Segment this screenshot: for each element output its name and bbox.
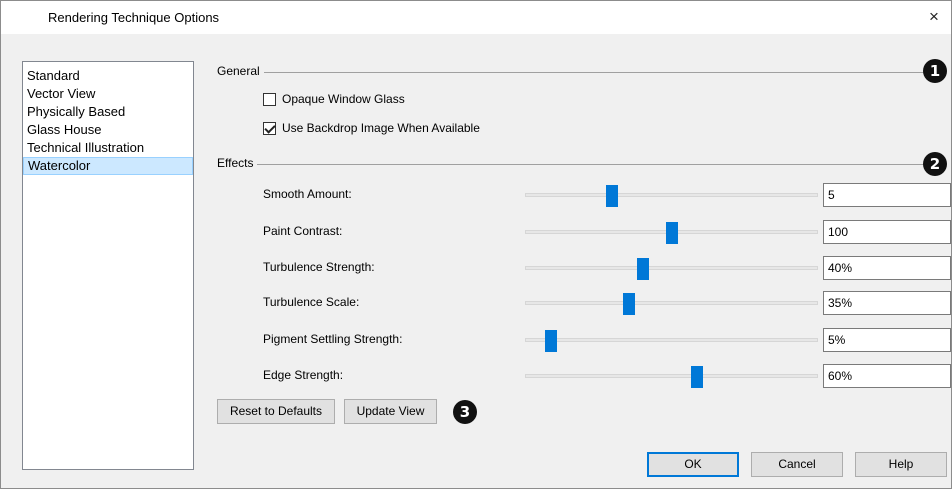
paint-contrast-thumb[interactable] [665,222,678,244]
pigment-settling-track[interactable] [525,338,818,342]
turbulence-strength-input[interactable]: 40% [823,256,951,280]
cancel-button[interactable]: Cancel [751,452,843,477]
paint-contrast-input[interactable]: 100 [823,220,951,244]
ok-button[interactable]: OK [647,452,739,477]
technique-item-watercolor[interactable]: Watercolor [23,157,193,175]
effects-group-label: Effects [217,156,258,170]
smooth-amount-row: Smooth Amount: 5 [1,183,952,207]
help-button[interactable]: Help [855,452,947,477]
edge-strength-thumb[interactable] [690,366,703,388]
turbulence-scale-input[interactable]: 35% [823,291,951,315]
pigment-settling-input[interactable]: 5% [823,328,951,352]
pigment-settling-row: Pigment Settling Strength: 5% [1,328,952,352]
smooth-amount-thumb[interactable] [606,185,619,207]
rendering-technique-dialog: Rendering Technique Options × Standard V… [0,0,952,489]
turbulence-scale-row: Turbulence Scale: 35% [1,291,952,315]
edge-strength-track[interactable] [525,374,818,378]
update-view-button[interactable]: Update View [344,399,437,424]
opaque-window-glass-row[interactable]: Opaque Window Glass [263,91,405,107]
technique-item-technical-illustration[interactable]: Technical Illustration [23,139,193,157]
technique-item-vector-view[interactable]: Vector View [23,85,193,103]
opaque-window-glass-label: Opaque Window Glass [282,92,405,106]
effects-divider [217,164,927,165]
turbulence-scale-label: Turbulence Scale: [263,295,360,309]
opaque-window-glass-checkbox[interactable] [263,92,276,106]
callout-3-icon: 3 [453,400,477,424]
turbulence-strength-row: Turbulence Strength: 40% [1,256,952,280]
technique-item-glass-house[interactable]: Glass House [23,121,193,139]
paint-contrast-label: Paint Contrast: [263,224,343,238]
smooth-amount-label: Smooth Amount: [263,187,352,201]
paint-contrast-row: Paint Contrast: 100 [1,220,952,244]
smooth-amount-track[interactable] [525,193,818,197]
turbulence-strength-track[interactable] [525,266,818,270]
use-backdrop-image-label: Use Backdrop Image When Available [282,121,480,135]
pigment-settling-thumb[interactable] [544,330,557,352]
smooth-amount-input[interactable]: 5 [823,183,951,207]
edge-strength-row: Edge Strength: 60% [1,364,952,388]
turbulence-scale-thumb[interactable] [623,293,636,315]
turbulence-scale-track[interactable] [525,301,818,305]
reset-to-defaults-button[interactable]: Reset to Defaults [217,399,335,424]
callout-2-icon: 2 [923,152,947,176]
dialog-title: Rendering Technique Options [48,10,220,25]
turbulence-strength-thumb[interactable] [637,258,650,280]
general-group-label: General [217,64,264,78]
callout-1-icon: 1 [923,59,947,83]
close-button[interactable]: × [917,1,951,34]
turbulence-strength-label: Turbulence Strength: [263,260,375,274]
edge-strength-input[interactable]: 60% [823,364,951,388]
use-backdrop-image-row[interactable]: Use Backdrop Image When Available [263,120,480,136]
technique-item-physically-based[interactable]: Physically Based [23,103,193,121]
edge-strength-label: Edge Strength: [263,368,344,382]
pigment-settling-label: Pigment Settling Strength: [263,332,403,346]
general-divider [217,72,927,73]
use-backdrop-image-checkbox[interactable] [263,121,276,135]
title-bar: Rendering Technique Options × [1,1,951,34]
close-icon: × [929,7,939,26]
technique-item-standard[interactable]: Standard [23,67,193,85]
